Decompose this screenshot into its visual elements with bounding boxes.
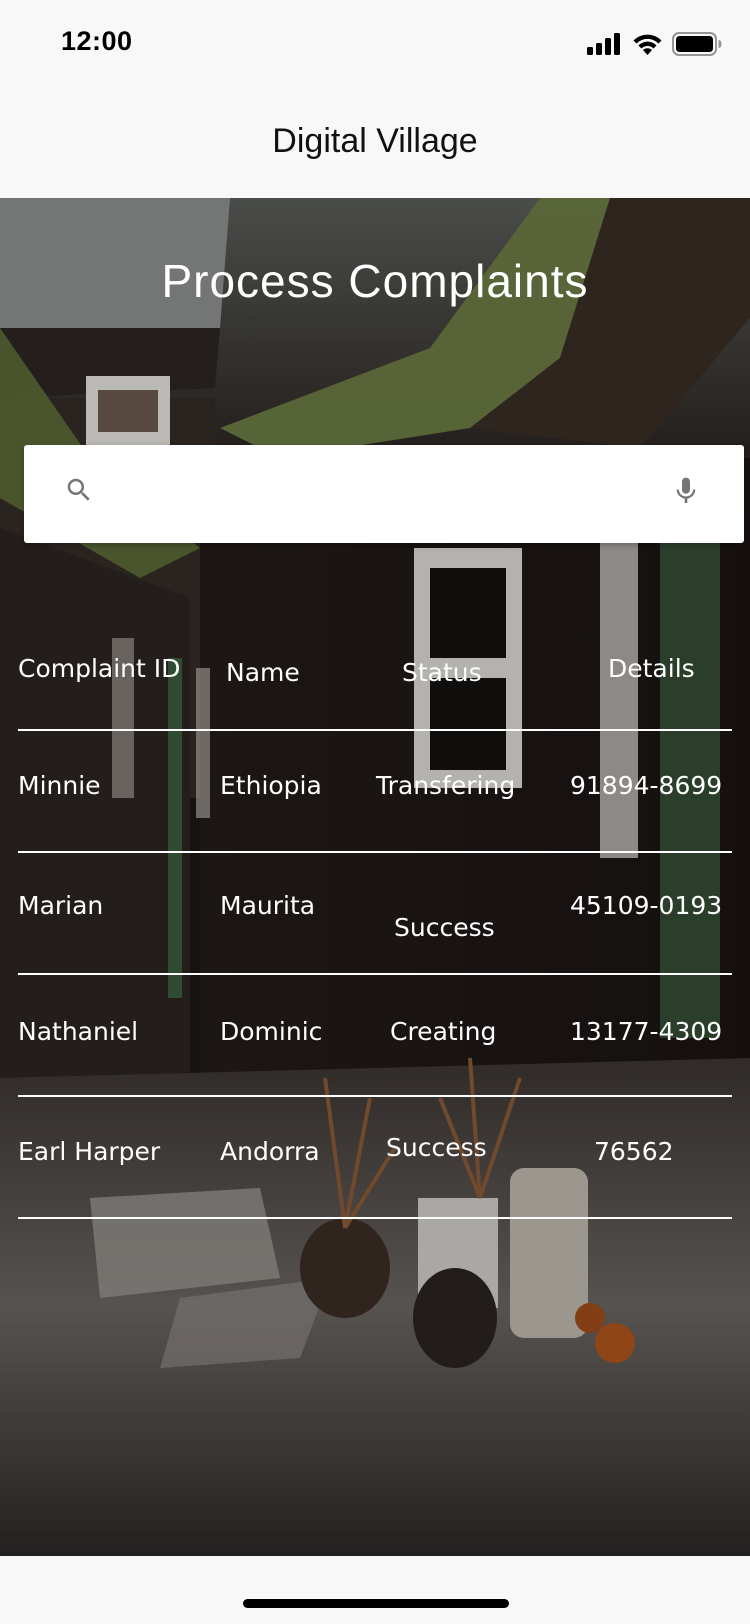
table-row[interactable]: Marian Maurita Success 45109-0193	[18, 853, 732, 975]
cell-details: 13177-4309	[570, 1017, 723, 1046]
cell-name: Ethiopia	[220, 771, 322, 800]
home-indicator[interactable]	[243, 1599, 509, 1608]
column-header-complaint-id: Complaint ID	[18, 654, 181, 683]
cell-name: Andorra	[220, 1137, 320, 1166]
cell-complaint-id: Marian	[18, 891, 104, 920]
column-header-details: Details	[608, 654, 695, 683]
content-area: Process Complaints Complaint ID Name Sta…	[0, 198, 750, 1556]
cell-complaint-id: Minnie	[18, 771, 101, 800]
page-title: Process Complaints	[161, 255, 589, 307]
cell-details: 45109-0193	[570, 891, 723, 920]
search-bar[interactable]	[24, 445, 744, 543]
cell-name: Dominic	[220, 1017, 323, 1046]
table-row[interactable]: Earl Harper Andorra Success 76562	[18, 1097, 732, 1219]
wifi-icon	[633, 34, 662, 55]
search-input[interactable]	[124, 471, 668, 519]
search-icon[interactable]	[64, 475, 94, 505]
cellular-signal-icon	[587, 33, 620, 55]
app-title: Digital Village	[272, 122, 478, 160]
cell-status: Creating	[390, 1017, 497, 1046]
cell-name: Maurita	[220, 891, 316, 920]
cell-details: 91894-8699	[570, 771, 723, 800]
status-bar: 12:00	[0, 0, 750, 90]
cell-status: Transfering	[376, 771, 516, 800]
cell-complaint-id: Nathaniel	[18, 1017, 139, 1046]
column-header-status: Status	[402, 658, 482, 687]
cell-complaint-id: Earl Harper	[18, 1137, 161, 1166]
status-icons	[587, 30, 722, 58]
navigation-bar: Digital Village	[0, 90, 750, 198]
microphone-icon[interactable]	[670, 473, 702, 509]
cell-status: Success	[394, 913, 495, 942]
cell-status: Success	[386, 1133, 487, 1162]
table-row[interactable]: Nathaniel Dominic Creating 13177-4309	[18, 975, 732, 1097]
table-row[interactable]: Minnie Ethiopia Transfering 91894-8699	[18, 731, 732, 853]
table-header-row: Complaint ID Name Status Details	[18, 598, 732, 731]
complaints-table: Complaint ID Name Status Details Minnie …	[18, 598, 732, 1219]
column-header-name: Name	[226, 658, 300, 687]
cell-details: 76562	[594, 1137, 674, 1166]
battery-icon	[672, 32, 722, 56]
status-time: 12:00	[61, 26, 133, 56]
